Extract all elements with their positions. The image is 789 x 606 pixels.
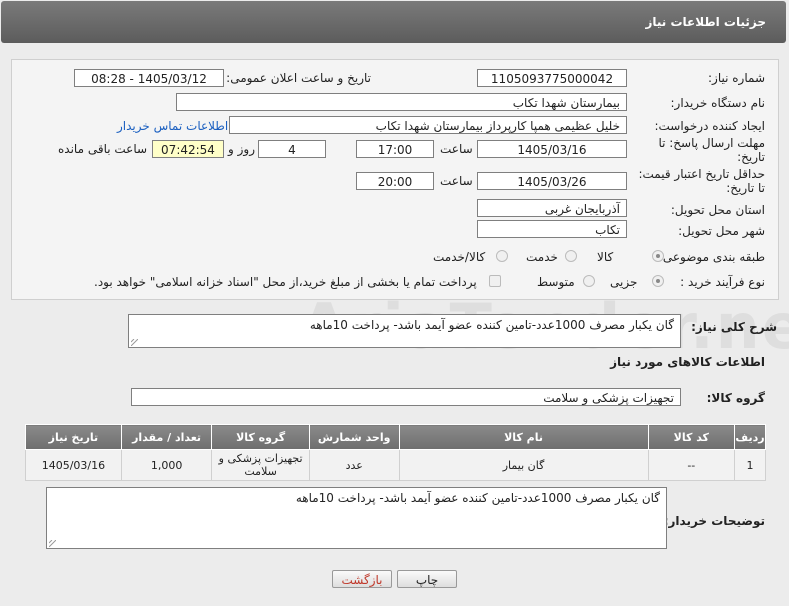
creator-label: ایجاد کننده درخواست: — [654, 119, 765, 133]
summary-textarea[interactable]: گان یکبار مصرف 1000عدد-تامین کننده عضو آ… — [128, 314, 681, 348]
page-title: جزئیات اطلاعات نیاز — [645, 15, 766, 29]
cell-name: گان بیمار — [398, 449, 649, 481]
goods-section-title: اطلاعات کالاهای مورد نیاز — [610, 355, 765, 369]
col-header-row: ردیف — [734, 424, 766, 450]
goods-group-label: گروه کالا: — [706, 391, 765, 405]
buyer-notes-text: گان یکبار مصرف 1000عدد-تامین کننده عضو آ… — [295, 491, 660, 505]
page-header: جزئیات اطلاعات نیاز — [1, 1, 786, 43]
category-goods-service-label: کالا/خدمت — [433, 250, 486, 264]
remaining-time-field: 07:42:54 — [152, 140, 224, 158]
announce-datetime-field: 1405/03/12 - 08:28 — [74, 69, 224, 87]
goods-group-field: تجهیزات پزشکی و سلامت — [131, 388, 681, 406]
contact-buyer-link[interactable]: اطلاعات تماس خریدار — [117, 119, 228, 133]
city-label: شهر محل تحویل: — [678, 224, 765, 238]
table-row: 1 -- گان بیمار عدد تجهیزات پزشکی و سلامت… — [25, 449, 766, 481]
print-button[interactable]: چاپ — [397, 570, 457, 588]
col-header-unit: واحد شمارش — [308, 424, 400, 450]
category-service-label: خدمت — [526, 250, 558, 264]
deadline-label: مهلت ارسال پاسخ: تا تاریخ: — [658, 136, 765, 164]
creator-field: خلیل عظیمی همپا کارپرداز بیمارستان شهدا … — [229, 116, 627, 134]
need-number-field: 1105093775000042 — [477, 69, 627, 87]
process-minor-label: جزیی — [610, 275, 638, 289]
table-header-row: ردیف کد کالا نام کالا واحد شمارش گروه کا… — [25, 424, 766, 450]
category-label: طبقه بندی موضوعی: — [658, 250, 765, 264]
category-goods-service-radio[interactable] — [496, 250, 508, 262]
buyer-notes-textarea[interactable]: گان یکبار مصرف 1000عدد-تامین کننده عضو آ… — [46, 487, 667, 549]
validity-time-label: ساعت — [440, 174, 473, 188]
cell-unit: عدد — [308, 449, 400, 481]
col-header-date: تاریخ نیاز — [25, 424, 122, 450]
cell-qty: 1,000 — [120, 449, 213, 481]
announce-label: تاریخ و ساعت اعلان عمومی: — [226, 71, 371, 85]
goods-table: ردیف کد کالا نام کالا واحد شمارش گروه کا… — [25, 424, 766, 481]
resize-grip-icon[interactable] — [131, 339, 138, 346]
process-medium-radio[interactable] — [583, 275, 595, 287]
validity-time-field: 20:00 — [356, 172, 434, 190]
validity-date-field: 1405/03/26 — [477, 172, 627, 190]
process-minor-radio[interactable] — [652, 275, 664, 287]
remaining-label: ساعت باقی مانده — [58, 142, 148, 156]
cell-row: 1 — [734, 449, 766, 481]
province-label: استان محل تحویل: — [670, 203, 765, 217]
resize-grip-icon[interactable] — [49, 540, 56, 547]
col-header-qty: تعداد / مقدار — [120, 424, 213, 450]
cell-code: -- — [647, 449, 736, 481]
col-header-name: نام کالا — [398, 424, 649, 450]
days-field: 4 — [258, 140, 326, 158]
summary-text: گان یکبار مصرف 1000عدد-تامین کننده عضو آ… — [309, 318, 674, 332]
need-number-label: شماره نیاز: — [708, 71, 765, 85]
back-button[interactable]: بازگشت — [332, 570, 392, 588]
category-goods-radio[interactable] — [652, 250, 664, 262]
buyer-org-field: بیمارستان شهدا تکاب — [176, 93, 627, 111]
category-service-radio[interactable] — [565, 250, 577, 262]
province-field: آذربایجان غربی — [477, 199, 627, 217]
category-goods-label: کالا — [597, 250, 614, 264]
cell-group: تجهیزات پزشکی و سلامت — [211, 449, 310, 481]
process-label: نوع فرآیند خرید : — [680, 275, 765, 289]
col-header-code: کد کالا — [647, 424, 736, 450]
deadline-time-label: ساعت — [440, 142, 473, 156]
days-label: روز و — [228, 142, 255, 156]
deadline-time-field: 17:00 — [356, 140, 434, 158]
validity-label: حداقل تاریخ اعتبار قیمت: تا تاریخ: — [638, 167, 765, 195]
deadline-date-field: 1405/03/16 — [477, 140, 627, 158]
treasury-checkbox[interactable] — [489, 275, 501, 287]
cell-date: 1405/03/16 — [25, 449, 122, 481]
buyer-org-label: نام دستگاه خریدار: — [670, 96, 766, 110]
process-medium-label: متوسط — [537, 275, 575, 289]
buyer-notes-label: توضیحات خریدار: — [663, 514, 765, 528]
payment-note: پرداخت تمام یا بخشی از مبلغ خرید،از محل … — [94, 275, 477, 289]
summary-label: شرح کلی نیاز: — [691, 320, 777, 334]
col-header-group: گروه کالا — [211, 424, 310, 450]
city-field: تکاب — [477, 220, 627, 238]
